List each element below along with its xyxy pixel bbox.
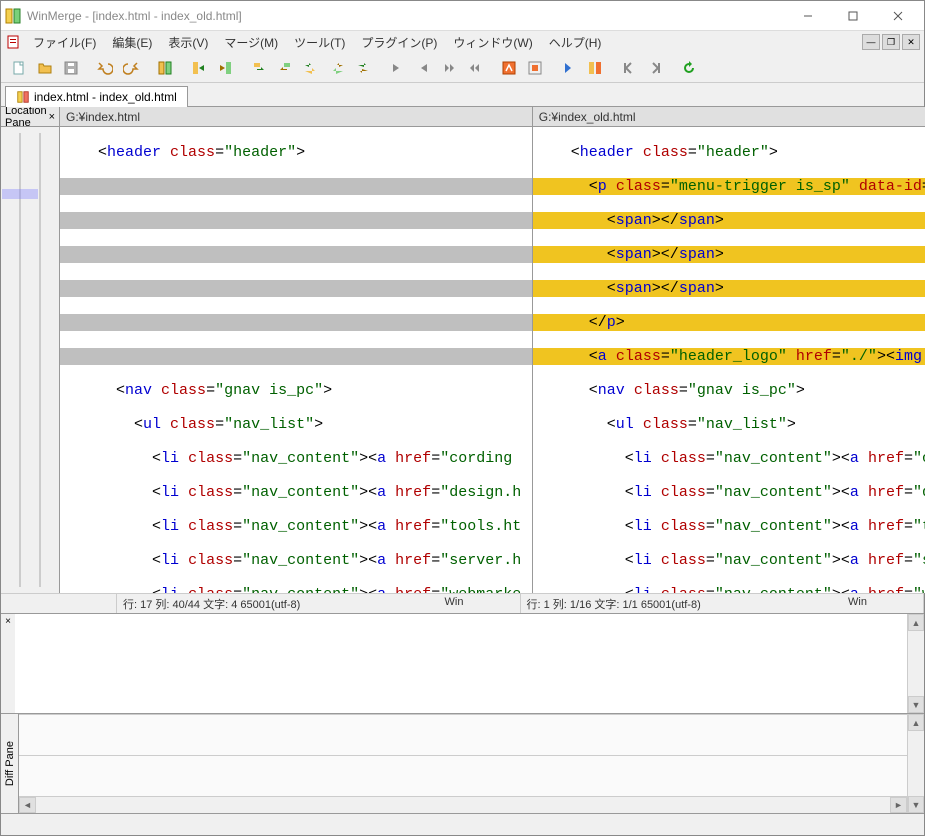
current-diff-button[interactable] bbox=[523, 56, 547, 80]
menubar: ファイル(F) 編集(E) 表示(V) マージ(M) ツール(T) プラグイン(… bbox=[1, 31, 924, 53]
diff-pane-vscroll[interactable]: ▲▼ bbox=[907, 714, 924, 813]
menu-help[interactable]: ヘルプ(H) bbox=[541, 32, 610, 53]
diff-pane-row-1[interactable] bbox=[19, 714, 907, 755]
copy-left-advance-button[interactable] bbox=[325, 56, 349, 80]
menu-view[interactable]: 表示(V) bbox=[160, 32, 216, 53]
mdi-close-button[interactable]: ✕ bbox=[902, 34, 920, 50]
menu-plugin[interactable]: プラグイン(P) bbox=[353, 32, 445, 53]
detail-pane-1: × ▲▼ bbox=[1, 613, 924, 713]
right-code-view[interactable]: <header class="header"> <p class="menu-t… bbox=[533, 127, 925, 593]
left-code-view[interactable]: <header class="header"> <nav class="gnav… bbox=[60, 127, 532, 593]
menu-window[interactable]: ウィンドウ(W) bbox=[445, 32, 540, 53]
menu-edit[interactable]: 編集(E) bbox=[104, 32, 160, 53]
location-pane-close-icon[interactable]: × bbox=[49, 111, 55, 123]
menu-merge[interactable]: マージ(M) bbox=[216, 32, 286, 53]
detail-pane-1-content[interactable] bbox=[15, 614, 907, 713]
refresh-button[interactable] bbox=[677, 56, 701, 80]
bottom-panels: × ▲▼ Diff Pane ◄► ▲▼ bbox=[1, 613, 924, 813]
swap-button[interactable] bbox=[351, 56, 375, 80]
app-icon bbox=[5, 8, 21, 24]
detail-vscroll-1[interactable]: ▲▼ bbox=[907, 614, 924, 713]
diff-all-right-icon[interactable] bbox=[187, 56, 211, 80]
doc-icon bbox=[5, 34, 21, 50]
copy-right-button[interactable] bbox=[247, 56, 271, 80]
toolbar bbox=[1, 53, 924, 83]
right-pane: G:¥index_old.html <header class="header"… bbox=[533, 107, 925, 593]
window-title: WinMerge - [index.html - index_old.html] bbox=[27, 9, 785, 23]
right-status: 行: 1 列: 1/16 文字: 1/1 65001(utf-8)Win bbox=[521, 594, 925, 613]
close-button[interactable] bbox=[875, 2, 920, 30]
menu-file[interactable]: ファイル(F) bbox=[25, 32, 104, 53]
tabbar: index.html - index_old.html bbox=[1, 83, 924, 107]
location-strip-left[interactable] bbox=[19, 133, 21, 587]
menu-tools[interactable]: ツール(T) bbox=[286, 32, 353, 53]
compare-button[interactable] bbox=[153, 56, 177, 80]
left-status: 行: 17 列: 40/44 文字: 4 65001(utf-8)Win bbox=[117, 594, 521, 613]
maximize-button[interactable] bbox=[830, 2, 875, 30]
redo-button[interactable] bbox=[119, 56, 143, 80]
left-pane: G:¥index.html <header class="header"> <n… bbox=[60, 107, 533, 593]
tab-label: index.html - index_old.html bbox=[34, 90, 177, 104]
diff-pane-row-2[interactable] bbox=[19, 755, 907, 796]
main-area: Location Pane × bbox=[1, 107, 924, 813]
prev-conflict-button[interactable] bbox=[583, 56, 607, 80]
minimize-button[interactable] bbox=[785, 2, 830, 30]
diff-doc-icon bbox=[16, 90, 30, 104]
left-file-path[interactable]: G:¥index.html bbox=[60, 107, 532, 127]
titlebar: WinMerge - [index.html - index_old.html] bbox=[1, 1, 924, 31]
location-strip-right[interactable] bbox=[39, 133, 41, 587]
prev-diff-button[interactable] bbox=[411, 56, 435, 80]
open-button[interactable] bbox=[33, 56, 57, 80]
status-row: 行: 17 列: 40/44 文字: 4 65001(utf-8)Win 行: … bbox=[1, 593, 924, 613]
copy-left-button[interactable] bbox=[273, 56, 297, 80]
document-tab[interactable]: index.html - index_old.html bbox=[5, 86, 188, 107]
statusbar bbox=[1, 813, 924, 835]
undo-button[interactable] bbox=[93, 56, 117, 80]
mdi-minimize-button[interactable]: — bbox=[862, 34, 880, 50]
detail-pane-close-icon[interactable]: × bbox=[1, 614, 15, 713]
location-pane-title: Location Pane bbox=[5, 105, 49, 129]
copy-right-advance-button[interactable] bbox=[299, 56, 323, 80]
diff-pane-tab[interactable]: Diff Pane bbox=[1, 714, 19, 813]
new-button[interactable] bbox=[7, 56, 31, 80]
app-window: WinMerge - [index.html - index_old.html]… bbox=[0, 0, 925, 836]
mdi-restore-button[interactable]: ❐ bbox=[882, 34, 900, 50]
nav-prev-button[interactable] bbox=[617, 56, 641, 80]
right-file-path[interactable]: G:¥index_old.html bbox=[533, 107, 925, 127]
save-button[interactable] bbox=[59, 56, 83, 80]
next-diff-jump-button[interactable] bbox=[437, 56, 461, 80]
first-diff-button[interactable] bbox=[497, 56, 521, 80]
location-strips[interactable] bbox=[1, 127, 59, 593]
location-pane-header: Location Pane × bbox=[1, 107, 59, 127]
diff-pane-hscroll[interactable]: ◄► bbox=[19, 796, 907, 813]
next-diff-button[interactable] bbox=[385, 56, 409, 80]
diff-pane: Diff Pane ◄► ▲▼ bbox=[1, 713, 924, 813]
diff-all-left-icon[interactable] bbox=[213, 56, 237, 80]
diff-panes: G:¥index.html <header class="header"> <n… bbox=[60, 107, 925, 593]
prev-diff-jump-button[interactable] bbox=[463, 56, 487, 80]
nav-next-button[interactable] bbox=[643, 56, 667, 80]
next-conflict-button[interactable] bbox=[557, 56, 581, 80]
location-pane: Location Pane × bbox=[1, 107, 60, 593]
